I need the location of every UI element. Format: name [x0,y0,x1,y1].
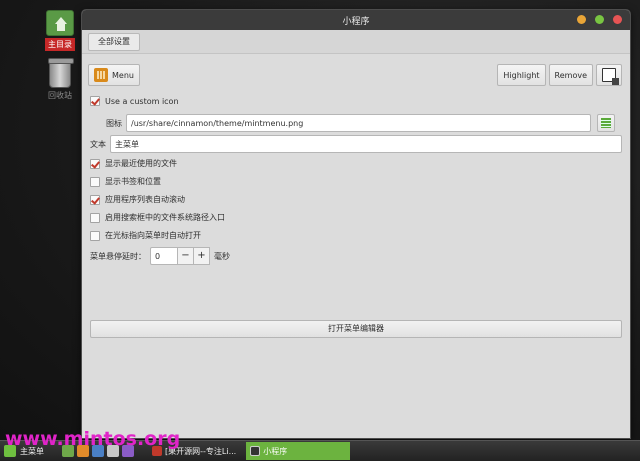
menu-text-input[interactable] [110,135,622,153]
hover-delay-unit: 毫秒 [214,251,230,261]
bookmarks-places-checkbox[interactable] [90,176,100,187]
task-browser-label-b: 开源网--专注Li... [176,446,237,456]
option-open-on-hover[interactable]: 在光标指向菜单时自动打开 [90,230,201,241]
option-filesystem-path[interactable]: 启用搜索框中的文件系统路径入口 [90,212,225,223]
open-menu-editor-button[interactable]: 打开菜单编辑器 [90,320,622,338]
icon-path-input[interactable] [126,114,591,132]
trash-desktop-icon[interactable]: 回收站 [40,58,80,101]
use-custom-icon-option[interactable]: Use a custom icon [90,96,179,106]
autoscroll-label: 应用程序列表自动滚动 [105,195,185,204]
filesystem-path-label: 启用搜索框中的文件系统路径入口 [105,213,225,222]
maximize-button[interactable] [595,15,604,24]
home-folder-label: 主目录 [45,38,75,51]
settings-task-icon [250,446,261,456]
open-on-hover-checkbox[interactable] [90,230,100,241]
hover-delay-label: 菜单悬停延时： [90,251,146,261]
desktop: 主目录 回收站 小程序 全部设置 Menu Highlight Remove U… [0,0,640,440]
hover-delay-input[interactable] [150,247,178,265]
close-button[interactable] [613,15,622,24]
recent-files-label: 显示最近使用的文件 [105,159,177,168]
tab-all-settings[interactable]: 全部设置 [88,33,140,51]
tab-bar: 全部设置 [82,30,630,54]
menu-icon [94,68,108,82]
trash-icon [48,58,74,88]
use-custom-icon-label: Use a custom icon [105,96,179,106]
image-file-icon [601,118,611,128]
filesystem-path-checkbox[interactable] [90,212,100,223]
autoscroll-checkbox[interactable] [90,194,100,205]
decrement-button[interactable]: − [178,247,194,265]
minimize-button[interactable] [577,15,586,24]
window-picker-button[interactable] [596,64,622,86]
remove-button[interactable]: Remove [548,64,593,86]
task-active-label: 小程序 [263,446,288,456]
icon-browse-button[interactable] [597,114,615,132]
open-on-hover-label: 在光标指向菜单时自动打开 [105,231,201,240]
applet-settings-window: 小程序 全部设置 Menu Highlight Remove Use a cus… [81,9,631,439]
trash-label: 回收站 [48,91,72,100]
icon-label: 图标 [106,118,122,128]
bookmarks-places-label: 显示书签和位置 [105,177,161,186]
use-custom-icon-checkbox[interactable] [90,96,100,106]
recent-files-checkbox[interactable] [90,158,100,169]
site-watermark: www.mintos.org [5,428,181,450]
text-label: 文本 [90,139,106,149]
menu-preview-button[interactable]: Menu [88,64,140,86]
window-titlebar[interactable]: 小程序 [82,10,630,30]
window-picker-icon [602,68,619,85]
window-title: 小程序 [342,16,370,27]
home-folder-desktop-icon[interactable]: 主目录 [40,10,80,51]
home-icon [46,10,74,36]
option-recent-files[interactable]: 显示最近使用的文件 [90,158,177,169]
task-applet-window[interactable]: 小程序 [246,442,351,460]
option-bookmarks-places[interactable]: 显示书签和位置 [90,176,161,187]
increment-button[interactable]: + [194,247,210,265]
hover-delay-spinner: − + [150,247,210,265]
option-autoscroll[interactable]: 应用程序列表自动滚动 [90,194,185,205]
highlight-button[interactable]: Highlight [497,64,546,86]
menu-button-label: Menu [112,70,134,80]
